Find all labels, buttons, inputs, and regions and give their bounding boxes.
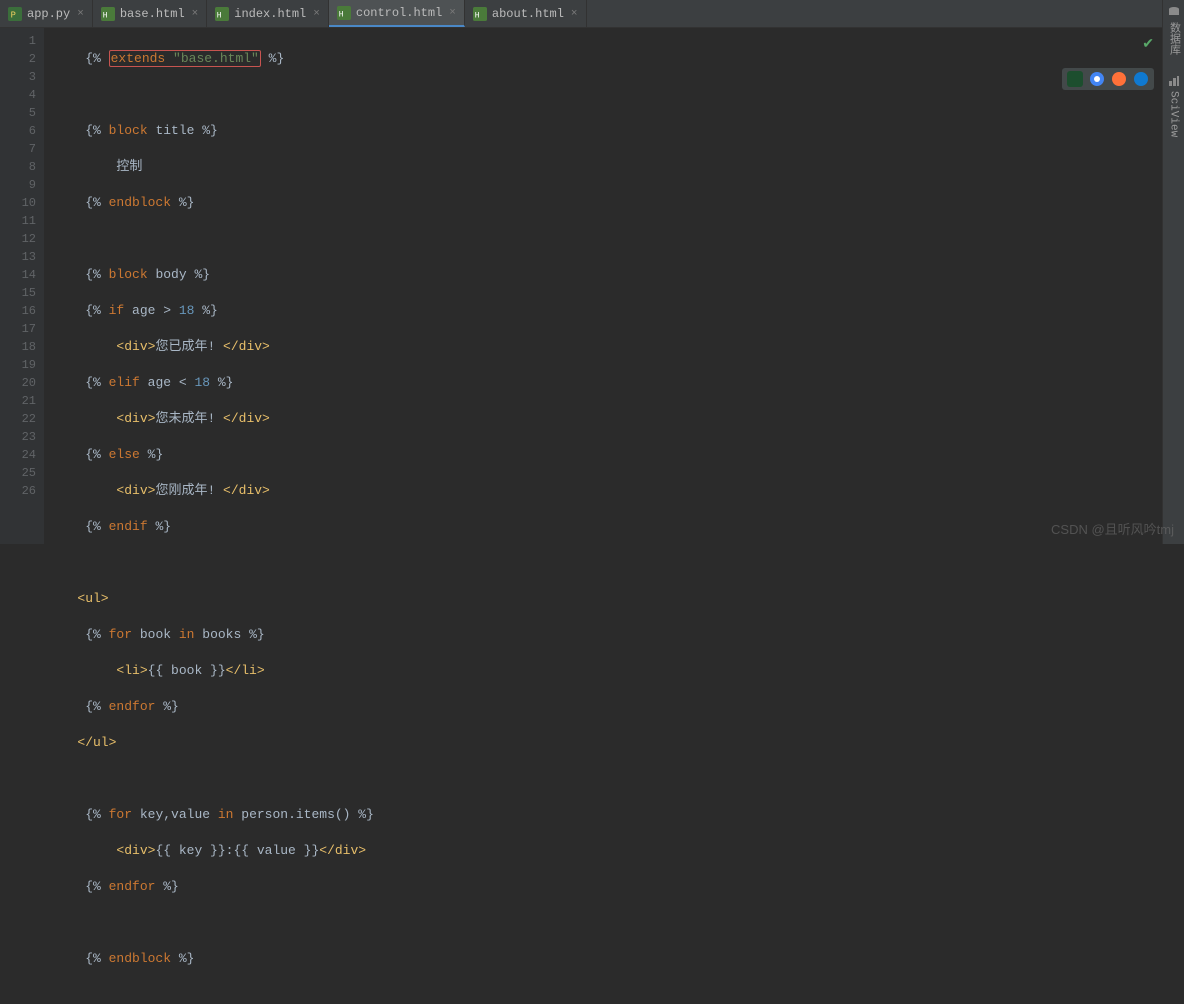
tab-label: app.py (27, 7, 70, 21)
svg-text:H: H (475, 11, 480, 20)
tab-label: base.html (120, 7, 185, 21)
html-file-icon: H (215, 7, 229, 21)
line-number: 9 (0, 176, 36, 194)
database-icon (1168, 6, 1180, 18)
line-number: 6 (0, 122, 36, 140)
line-number: 13 (0, 248, 36, 266)
line-number: 24 (0, 446, 36, 464)
line-number: 8 (0, 158, 36, 176)
python-file-icon: P (8, 7, 22, 21)
line-number: 1 (0, 32, 36, 50)
tab-control-html[interactable]: H control.html × (329, 0, 465, 27)
editor-area: 1 2 3 4 5 6 7 8 9 10 11 12 13 14 15 16 1… (0, 28, 1184, 544)
tab-index-html[interactable]: H index.html × (207, 0, 329, 27)
line-number: 25 (0, 464, 36, 482)
line-number: 19 (0, 356, 36, 374)
tab-about-html[interactable]: H about.html × (465, 0, 587, 27)
html-file-icon: H (101, 7, 115, 21)
line-number: 21 (0, 392, 36, 410)
line-number: 3 (0, 68, 36, 86)
database-tool-button[interactable]: 数据库 (1166, 6, 1182, 55)
sciview-icon (1168, 75, 1180, 87)
line-number: 26 (0, 482, 36, 500)
analysis-ok-icon[interactable]: ✔ (1142, 36, 1154, 53)
close-icon[interactable]: × (313, 8, 320, 20)
close-icon[interactable]: × (77, 8, 84, 20)
line-number-gutter: 1 2 3 4 5 6 7 8 9 10 11 12 13 14 15 16 1… (0, 28, 44, 544)
line-number: 16 (0, 302, 36, 320)
svg-text:H: H (339, 10, 344, 19)
tab-label: control.html (356, 6, 442, 20)
svg-text:P: P (11, 10, 16, 20)
edge-icon[interactable] (1133, 71, 1149, 87)
right-tool-sidebar: 数据库 SciView (1162, 0, 1184, 544)
tab-base-html[interactable]: H base.html × (93, 0, 207, 27)
tab-label: about.html (492, 7, 564, 21)
close-icon[interactable]: × (192, 8, 199, 20)
editor-tabs: P app.py × H base.html × H index.html × … (0, 0, 1184, 28)
line-number: 7 (0, 140, 36, 158)
svg-text:H: H (103, 11, 108, 20)
toolbar-badges (1062, 68, 1154, 90)
sciview-tool-button[interactable]: SciView (1168, 75, 1180, 137)
html-file-icon: H (337, 6, 351, 20)
line-number: 18 (0, 338, 36, 356)
tab-label: index.html (234, 7, 306, 21)
line-number: 15 (0, 284, 36, 302)
line-number: 23 (0, 428, 36, 446)
code-content[interactable]: {% extends "base.html" %} {% block title… (44, 28, 1184, 544)
line-number: 17 (0, 320, 36, 338)
chrome-icon[interactable] (1089, 71, 1105, 87)
line-number: 20 (0, 374, 36, 392)
close-icon[interactable]: × (449, 7, 456, 19)
watermark-text: CSDN @且听风吟tmj (1051, 519, 1174, 538)
line-number: 2 (0, 50, 36, 68)
pycharm-icon[interactable] (1067, 71, 1083, 87)
line-number: 10 (0, 194, 36, 212)
tab-app-py[interactable]: P app.py × (0, 0, 93, 27)
line-number: 22 (0, 410, 36, 428)
line-number: 11 (0, 212, 36, 230)
firefox-icon[interactable] (1111, 71, 1127, 87)
line-number: 12 (0, 230, 36, 248)
close-icon[interactable]: × (571, 8, 578, 20)
svg-text:H: H (217, 11, 222, 20)
html-file-icon: H (473, 7, 487, 21)
line-number: 14 (0, 266, 36, 284)
line-number: 4 (0, 86, 36, 104)
line-number: 5 (0, 104, 36, 122)
